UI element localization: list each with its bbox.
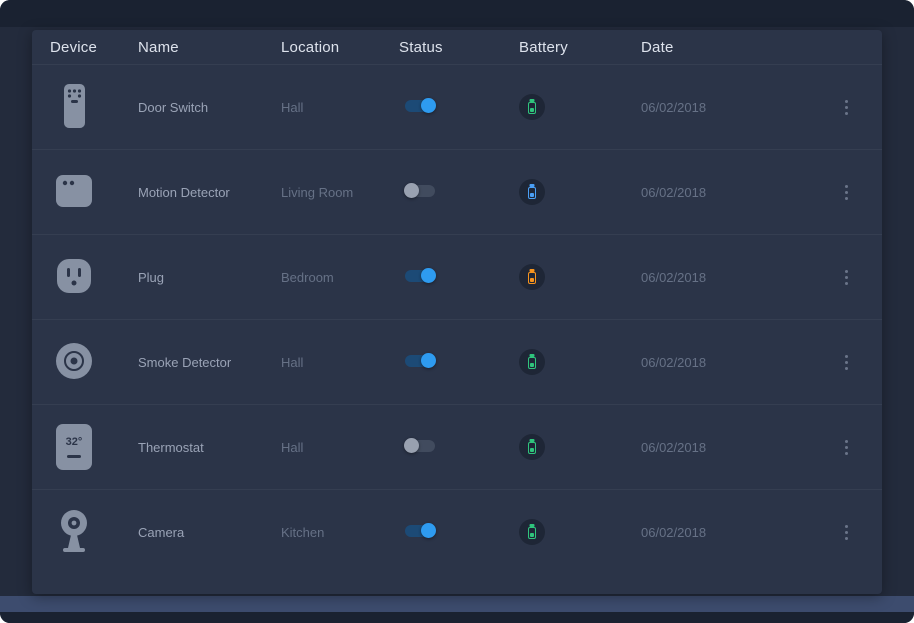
toggle-knob — [404, 438, 419, 453]
kebab-icon — [845, 100, 848, 115]
column-header-battery: Battery — [519, 39, 641, 56]
thermostat-icon: 32° — [50, 423, 98, 471]
battery-indicator — [519, 349, 545, 375]
toggle-knob — [421, 523, 436, 538]
column-header-name: Name — [138, 39, 281, 56]
table-row: Motion Detector Living Room 06/02/2018 — [32, 149, 882, 234]
device-location: Hall — [281, 355, 399, 370]
battery-indicator — [519, 179, 545, 205]
kebab-icon — [845, 355, 848, 370]
device-name: Thermostat — [138, 440, 281, 455]
table-row: Plug Bedroom 06/02/2018 — [32, 234, 882, 319]
status-toggle[interactable] — [405, 100, 435, 112]
device-location: Kitchen — [281, 525, 399, 540]
top-bar — [0, 0, 914, 27]
battery-indicator — [519, 434, 545, 460]
smoke-detector-icon — [50, 337, 98, 385]
device-location: Hall — [281, 100, 399, 115]
camera-icon — [50, 507, 98, 555]
device-location: Bedroom — [281, 270, 399, 285]
battery-indicator — [519, 94, 545, 120]
toggle-knob — [404, 183, 419, 198]
battery-icon — [528, 272, 536, 284]
device-name: Door Switch — [138, 100, 281, 115]
status-toggle[interactable] — [405, 270, 435, 282]
row-menu-button[interactable] — [839, 350, 854, 375]
battery-indicator — [519, 264, 545, 290]
kebab-icon — [845, 440, 848, 455]
column-header-device: Device — [50, 39, 138, 56]
device-location: Living Room — [281, 185, 399, 200]
battery-indicator — [519, 519, 545, 545]
table-row: Door Switch Hall 06/02/2018 — [32, 64, 882, 149]
table-header: Device Name Location Status Battery Date — [32, 30, 882, 64]
device-date: 06/02/2018 — [641, 185, 824, 200]
row-menu-button[interactable] — [839, 520, 854, 545]
bottom-accent-strip — [0, 596, 914, 612]
battery-icon — [528, 357, 536, 369]
kebab-icon — [845, 185, 848, 200]
door-switch-icon — [50, 82, 98, 130]
devices-table-card: Device Name Location Status Battery Date… — [32, 30, 882, 594]
battery-icon — [528, 442, 536, 454]
column-header-date: Date — [641, 39, 824, 56]
device-date: 06/02/2018 — [641, 525, 824, 540]
device-date: 06/02/2018 — [641, 270, 824, 285]
device-name: Motion Detector — [138, 185, 281, 200]
status-toggle[interactable] — [405, 525, 435, 537]
plug-icon — [50, 252, 98, 300]
battery-icon — [528, 102, 536, 114]
table-row: Smoke Detector Hall 06/02/2018 — [32, 319, 882, 404]
toggle-knob — [421, 268, 436, 283]
device-date: 06/02/2018 — [641, 100, 824, 115]
column-header-status: Status — [399, 39, 519, 56]
toggle-knob — [421, 98, 436, 113]
device-name: Smoke Detector — [138, 355, 281, 370]
status-toggle[interactable] — [405, 440, 435, 452]
row-menu-button[interactable] — [839, 95, 854, 120]
toggle-knob — [421, 353, 436, 368]
table-row: 32° Thermostat Hall 06/02/2018 — [32, 404, 882, 489]
kebab-icon — [845, 270, 848, 285]
device-location: Hall — [281, 440, 399, 455]
device-table-body: Door Switch Hall 06/02/2018 Motion Detec… — [32, 64, 882, 574]
device-date: 06/02/2018 — [641, 440, 824, 455]
row-menu-button[interactable] — [839, 435, 854, 460]
battery-icon — [528, 527, 536, 539]
table-row: Camera Kitchen 06/02/2018 — [32, 489, 882, 574]
kebab-icon — [845, 525, 848, 540]
row-menu-button[interactable] — [839, 265, 854, 290]
motion-detector-icon — [50, 167, 98, 215]
status-toggle[interactable] — [405, 185, 435, 197]
device-name: Plug — [138, 270, 281, 285]
device-date: 06/02/2018 — [641, 355, 824, 370]
bottom-bar — [0, 612, 914, 623]
row-menu-button[interactable] — [839, 180, 854, 205]
device-name: Camera — [138, 525, 281, 540]
app-screen: Device Name Location Status Battery Date… — [0, 0, 914, 623]
column-header-location: Location — [281, 39, 399, 56]
status-toggle[interactable] — [405, 355, 435, 367]
battery-icon — [528, 187, 536, 199]
